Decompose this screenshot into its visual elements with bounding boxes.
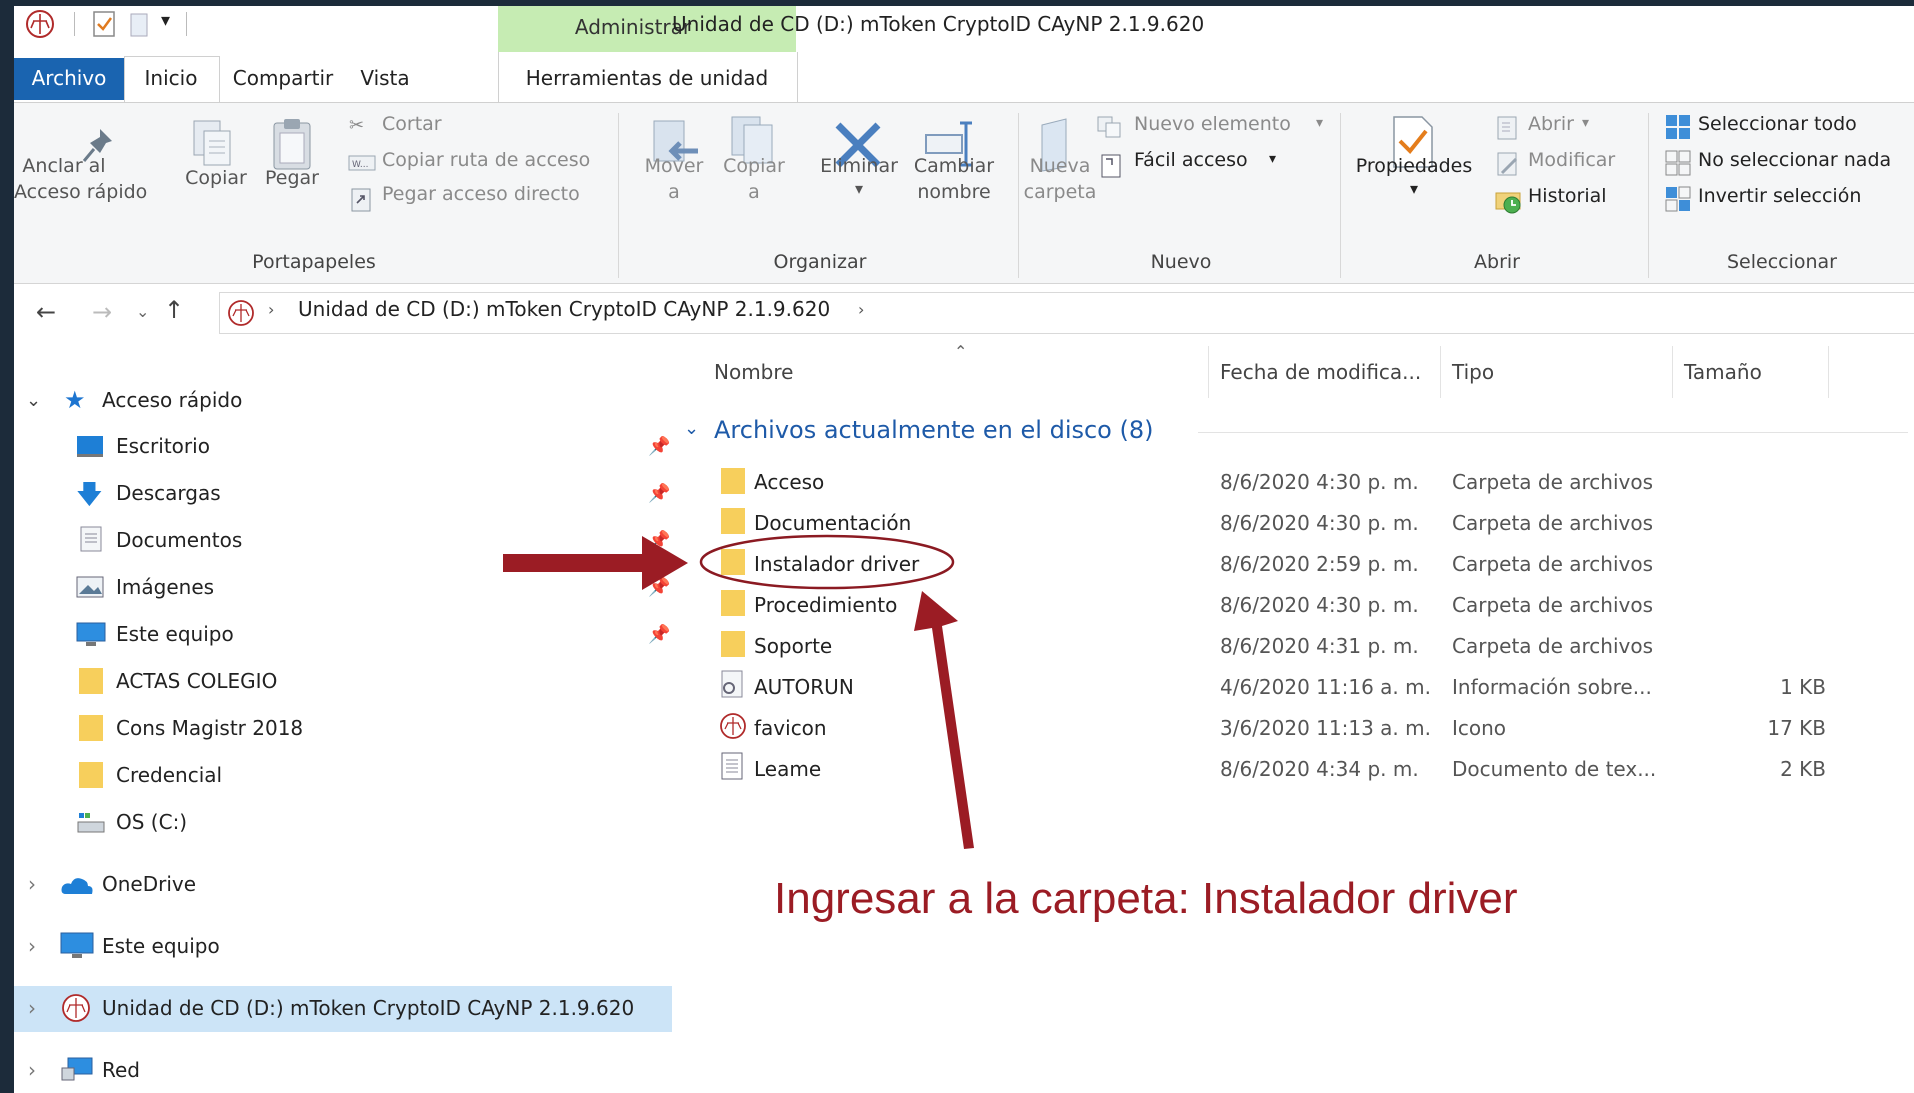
annotation-arrow-up: [914, 591, 974, 849]
annotation-arrow-right: [503, 536, 688, 590]
annotation-text: Ingresar a la carpeta: Instalador driver: [774, 874, 1518, 923]
annotation-ellipse: [699, 534, 955, 590]
annotation-overlay: [503, 534, 974, 849]
explorer-window: ▾ Administrar Unidad de CD (D:) mToken C…: [14, 6, 1914, 1093]
